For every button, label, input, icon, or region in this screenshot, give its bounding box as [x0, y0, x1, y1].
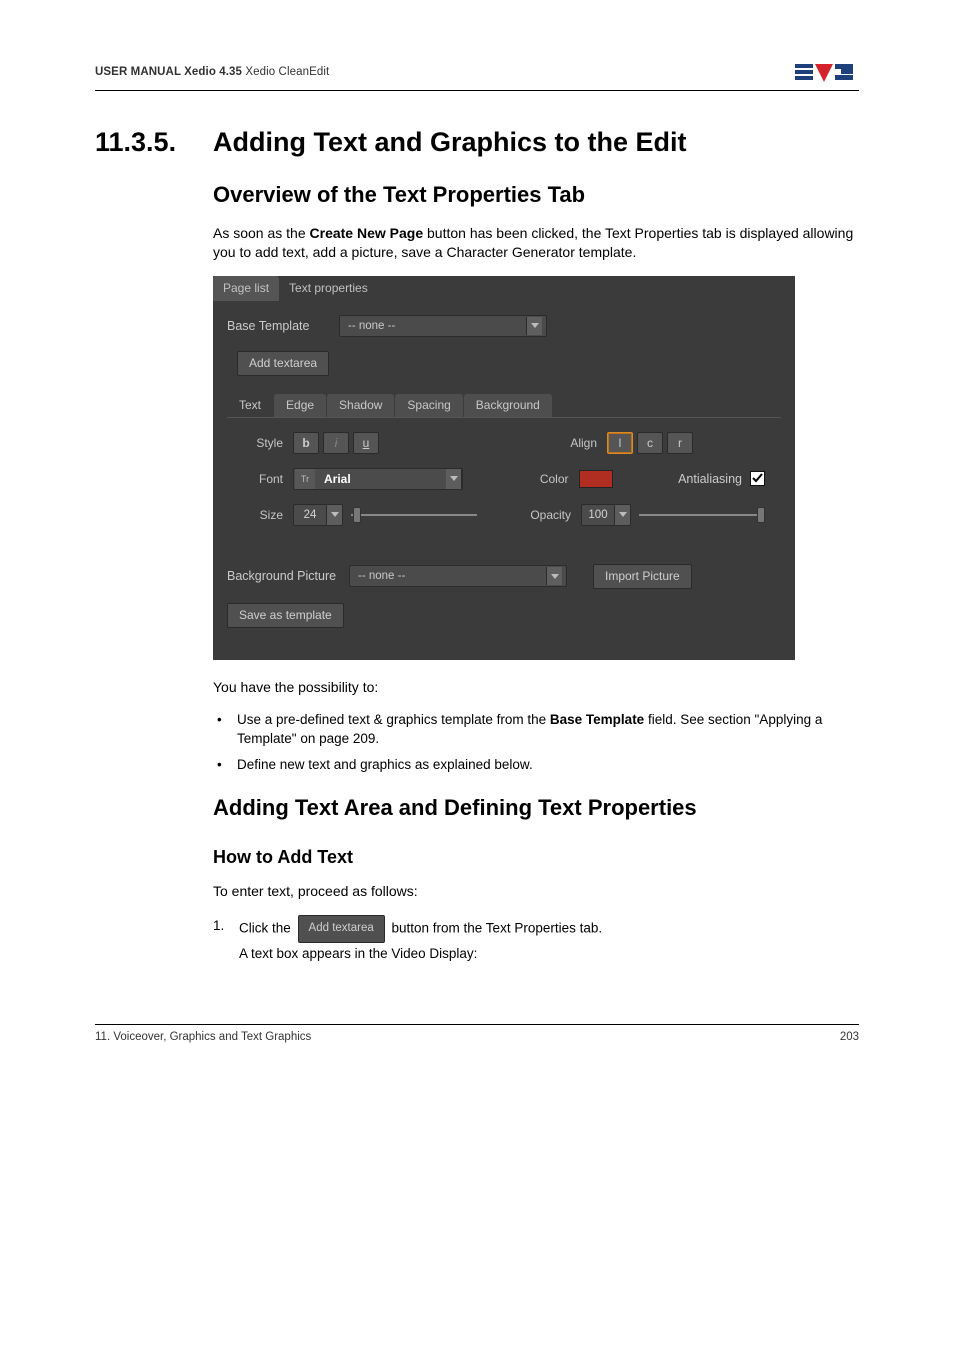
opacity-slider[interactable]	[639, 504, 765, 526]
text-properties-panel: Page list Text properties Base Template …	[213, 276, 795, 660]
underline-button[interactable]: u	[353, 432, 379, 454]
bold-button[interactable]: b	[293, 432, 319, 454]
truetype-icon: Tr	[295, 469, 315, 489]
subtab-spacing[interactable]: Spacing	[395, 394, 462, 417]
opacity-dropdown-button[interactable]	[615, 504, 631, 526]
subtab-background[interactable]: Background	[464, 394, 552, 417]
align-left-button[interactable]: l	[607, 432, 633, 454]
opacity-label: Opacity	[521, 508, 581, 522]
chevron-down-icon	[546, 567, 562, 585]
background-picture-select[interactable]: -- none --	[349, 565, 567, 587]
align-right-button[interactable]: r	[667, 432, 693, 454]
add-textarea-inline-button: Add textarea	[298, 915, 385, 942]
style-label: Style	[243, 436, 293, 450]
possibility-text: You have the possibility to:	[213, 678, 859, 697]
bullet-item: Use a pre-defined text & graphics templa…	[217, 711, 859, 749]
font-label: Font	[243, 472, 293, 486]
tab-page-list[interactable]: Page list	[213, 276, 279, 301]
italic-button[interactable]: i	[323, 432, 349, 454]
add-textarea-button[interactable]: Add textarea	[237, 351, 329, 376]
background-picture-label: Background Picture	[227, 569, 349, 583]
chevron-down-icon	[446, 468, 462, 490]
save-as-template-button[interactable]: Save as template	[227, 603, 344, 628]
align-label: Align	[557, 436, 607, 450]
section-heading: 11.3.5. Adding Text and Graphics to the …	[95, 127, 859, 158]
footer-page-number: 203	[840, 1031, 859, 1043]
subsection-heading-overview: Overview of the Text Properties Tab	[213, 182, 859, 208]
subtab-text[interactable]: Text	[227, 394, 273, 417]
chevron-down-icon	[526, 317, 542, 335]
color-swatch[interactable]	[579, 470, 613, 488]
howto-intro: To enter text, proceed as follows:	[213, 882, 859, 901]
antialiasing-checkbox[interactable]	[750, 471, 765, 486]
howto-heading: How to Add Text	[213, 847, 859, 868]
size-label: Size	[243, 508, 293, 522]
antialiasing-label: Antialiasing	[678, 472, 742, 486]
subsection-heading-adding: Adding Text Area and Defining Text Prope…	[213, 795, 859, 821]
step-item: 1. Click the Add textarea button from th…	[213, 915, 859, 964]
opacity-input[interactable]: 100	[581, 504, 615, 526]
evs-logo	[795, 60, 859, 84]
size-slider[interactable]	[351, 504, 477, 526]
subtab-shadow[interactable]: Shadow	[327, 394, 394, 417]
header-text: USER MANUAL Xedio 4.35 Xedio CleanEdit	[95, 66, 329, 78]
subtab-edge[interactable]: Edge	[274, 394, 326, 417]
footer-chapter: 11. Voiceover, Graphics and Text Graphic…	[95, 1031, 311, 1043]
base-template-select[interactable]: -- none --	[339, 315, 547, 337]
intro-paragraph: As soon as the Create New Page button ha…	[213, 224, 859, 262]
size-input[interactable]: 24	[293, 504, 327, 526]
tab-text-properties[interactable]: Text properties	[279, 276, 378, 301]
size-dropdown-button[interactable]	[327, 504, 343, 526]
bullet-item: Define new text and graphics as explaine…	[217, 756, 859, 775]
import-picture-button[interactable]: Import Picture	[593, 564, 692, 589]
base-template-label: Base Template	[227, 319, 339, 333]
font-select[interactable]: Tr Arial	[293, 468, 463, 490]
align-center-button[interactable]: c	[637, 432, 663, 454]
color-label: Color	[529, 472, 579, 486]
